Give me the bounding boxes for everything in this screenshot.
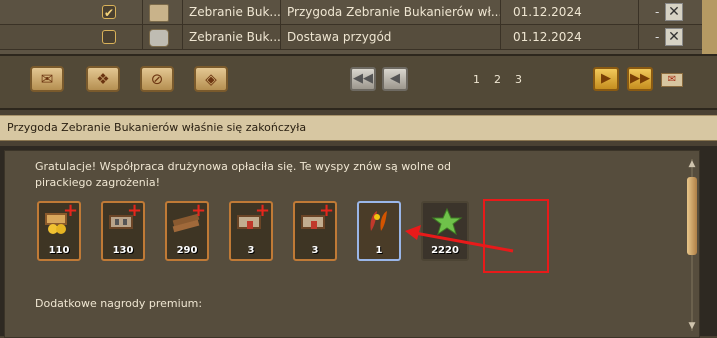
block-button[interactable]: ⊘: [140, 66, 174, 92]
mail-envelope-icon[interactable]: ✉: [661, 73, 683, 87]
mail-toolbar: ✉ ❖ ⊘ ◈ ◀◀ ◀ 1 2 3 ▶ ▶▶ ✉: [0, 54, 717, 110]
red-feathers-icon: [370, 211, 387, 231]
send-gift-button[interactable]: ❖: [86, 66, 120, 92]
map-scroll-icon: [149, 4, 169, 22]
message-checkbox-cell[interactable]: [92, 0, 130, 24]
page-link-3[interactable]: 3: [515, 73, 522, 86]
reward-item[interactable]: 2220: [421, 201, 469, 261]
envelope-icon: ✉: [40, 70, 54, 88]
message-dash: -: [655, 30, 660, 44]
delete-message-button[interactable]: ✕: [665, 3, 683, 21]
reward-count: 110: [48, 245, 70, 256]
reward-item[interactable]: + 130: [101, 201, 145, 261]
scroll-thumb[interactable]: [687, 177, 697, 255]
message-content: Gratulacje! Współpraca drużynowa opłacił…: [0, 146, 717, 338]
message-title: Przygoda Zebranie Bukanierów właśnie się…: [7, 121, 307, 134]
message-date: 01.12.2024: [500, 0, 638, 24]
message-header: Przygoda Zebranie Bukanierów właśnie się…: [0, 115, 717, 141]
plus-icon: +: [127, 201, 143, 221]
page-link-2[interactable]: 2: [494, 73, 501, 86]
double-left-arrow-icon: ◀◀: [353, 71, 373, 86]
archive-button[interactable]: ◈: [194, 66, 228, 92]
premium-rewards-label: Dodatkowe nagrody premium:: [35, 297, 203, 310]
reward-item-selected[interactable]: 1: [357, 201, 401, 261]
message-checkbox-cell[interactable]: [92, 25, 130, 49]
reward-count: 290: [176, 245, 198, 256]
message-panel: Gratulacje! Współpraca drużynowa opłacił…: [4, 150, 700, 338]
gift-send-icon: ❖: [96, 70, 110, 88]
message-sender: Zebranie Buk...: [182, 25, 280, 49]
checkbox-checked[interactable]: [102, 1, 116, 24]
message-sender: Zebranie Buk...: [182, 0, 280, 24]
reward-count: 2220: [431, 245, 459, 256]
reward-item[interactable]: + 110: [37, 201, 81, 261]
double-right-arrow-icon: ▶▶: [630, 71, 650, 86]
plus-icon: +: [191, 201, 207, 221]
box-icon: ◈: [205, 70, 217, 88]
reward-item[interactable]: + 3: [229, 201, 273, 261]
reward-item[interactable]: + 3: [293, 201, 337, 261]
message-list-scrollbar[interactable]: [702, 0, 717, 54]
block-icon: ⊘: [150, 70, 164, 88]
last-page-button[interactable]: ▶▶: [627, 67, 653, 91]
highlight-box: [483, 199, 549, 273]
content-scrollbar[interactable]: ▲ ▼: [686, 159, 698, 331]
left-arrow-icon: ◀: [390, 71, 400, 86]
plus-icon: +: [255, 201, 271, 221]
previous-page-button[interactable]: ◀: [382, 67, 408, 91]
reward-count: 3: [247, 245, 255, 256]
message-dash: -: [655, 5, 660, 19]
reward-count: 1: [375, 245, 383, 256]
green-star-xp-icon: [431, 207, 463, 235]
message-type-cell: [142, 0, 182, 24]
scroll-up-icon[interactable]: ▲: [686, 159, 698, 169]
message-list: Zebranie Buk... Przygoda Zebranie Bukani…: [0, 0, 717, 54]
reward-item[interactable]: + 290: [165, 201, 209, 261]
delete-message-button[interactable]: ✕: [665, 28, 683, 46]
page-link-1[interactable]: 1: [473, 73, 480, 86]
reward-count: 130: [112, 245, 134, 256]
message-subject[interactable]: Przygoda Zebranie Bukanierów wł...: [280, 0, 500, 24]
checkbox-unchecked[interactable]: [102, 30, 116, 44]
message-type-cell: [142, 25, 182, 49]
message-row[interactable]: Zebranie Buk... Przygoda Zebranie Bukani…: [0, 0, 717, 25]
message-subject[interactable]: Dostawa przygód: [280, 25, 500, 49]
message-body: Gratulacje! Współpraca drużynowa opłacił…: [35, 160, 451, 189]
message-date: 01.12.2024: [500, 25, 638, 49]
plus-icon: +: [63, 201, 79, 221]
next-page-button[interactable]: ▶: [593, 67, 619, 91]
right-arrow-icon: ▶: [601, 71, 611, 86]
first-page-button[interactable]: ◀◀: [350, 67, 376, 91]
plus-icon: +: [319, 201, 335, 221]
compose-mail-button[interactable]: ✉: [30, 66, 64, 92]
treasure-chest-icon: [149, 29, 169, 47]
message-row[interactable]: Zebranie Buk... Dostawa przygód 01.12.20…: [0, 25, 717, 50]
reward-count: 3: [311, 245, 319, 256]
scroll-down-icon[interactable]: ▼: [686, 321, 698, 331]
